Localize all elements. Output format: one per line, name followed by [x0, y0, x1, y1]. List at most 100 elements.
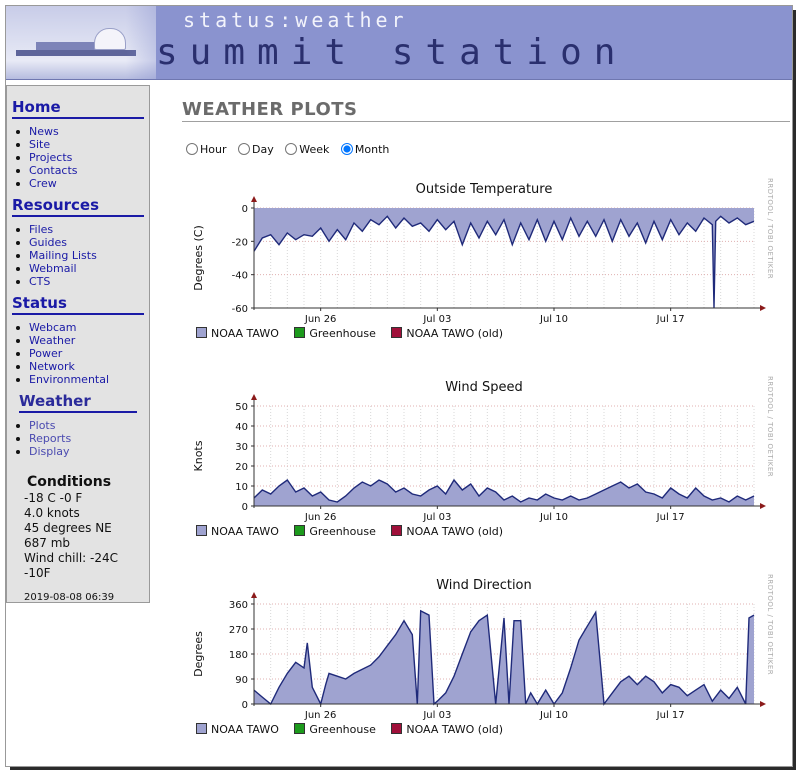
- x-tick-label: Jun 26: [304, 512, 337, 523]
- sidebar-link-contacts[interactable]: Contacts: [29, 164, 78, 177]
- list-item: Environmental: [7, 373, 109, 386]
- sidebar-link-news[interactable]: News: [29, 125, 59, 138]
- list-item: Display: [7, 445, 71, 458]
- sidebar-link-site[interactable]: Site: [29, 138, 50, 151]
- x-tick-label: Jul 03: [422, 710, 451, 721]
- x-axis-arrow: [760, 701, 766, 707]
- sidebar-status-list: Webcam Weather Power Network Environment…: [7, 321, 109, 386]
- legend-item: NOAA TAWO (old): [391, 327, 503, 340]
- sidebar-link-display[interactable]: Display: [29, 445, 70, 458]
- title-divider: [182, 121, 790, 122]
- legend-label: NOAA TAWO: [211, 525, 279, 538]
- list-item: Webmail: [7, 262, 97, 275]
- x-tick-label: Jun 26: [304, 314, 337, 325]
- range-label-week: Week: [299, 143, 330, 156]
- temperature-graph: Outside Temperature 0 -20 -40 -60 Jun 26 Jul 0…: [184, 172, 774, 362]
- list-item: Weather: [7, 334, 109, 347]
- legend-item: NOAA TAWO: [196, 723, 279, 736]
- sidebar-weather-list: Plots Reports Display: [7, 419, 71, 458]
- legend-item: Greenhouse: [294, 525, 376, 538]
- x-tick-label: Jun 26: [304, 710, 337, 721]
- y-tick-label: 0: [242, 204, 248, 215]
- legend-label: NOAA TAWO (old): [406, 327, 504, 340]
- range-radio-hour[interactable]: [186, 143, 198, 155]
- y-tick-label: 0: [242, 502, 248, 513]
- conditions-timestamp: 2019-08-08 06:39: [24, 592, 115, 603]
- legend-item: NOAA TAWO (old): [391, 525, 503, 538]
- rrdtool-credit: RRDTOOL / TOBI OETIKER: [766, 376, 774, 478]
- list-item: Site: [7, 138, 78, 151]
- y-tick-label: 180: [229, 650, 248, 661]
- legend-swatch-noaa-tawo: [196, 525, 207, 536]
- range-option-day[interactable]: Day: [236, 143, 274, 156]
- list-item: Projects: [7, 151, 78, 164]
- y-axis-arrow: [251, 394, 257, 400]
- list-item: News: [7, 125, 78, 138]
- wind-speed-chart: Wind Speed 0 10 20 30 40 50 Jun 26 Jul 03 Jul 10 J…: [192, 380, 766, 523]
- list-item: Contacts: [7, 164, 78, 177]
- sidebar-link-guides[interactable]: Guides: [29, 236, 67, 249]
- sidebar-link-crew[interactable]: Crew: [29, 177, 57, 190]
- conditions-heading: Conditions: [27, 474, 112, 490]
- sidebar-link-files[interactable]: Files: [29, 223, 53, 236]
- chart-title: Wind Direction: [436, 578, 532, 593]
- sidebar-home-list: News Site Projects Contacts Crew: [7, 125, 78, 190]
- conditions-temperature: -18 C -0 F: [24, 491, 83, 505]
- range-option-month[interactable]: Month: [339, 143, 389, 156]
- range-option-week[interactable]: Week: [283, 143, 329, 156]
- x-axis-arrow: [760, 503, 766, 509]
- range-label-month: Month: [354, 143, 390, 156]
- y-tick-label: 0: [242, 700, 248, 711]
- sidebar: Home News Site Projects Contacts Crew Re…: [6, 85, 150, 603]
- y-tick-label: 90: [235, 675, 248, 686]
- range-label-day: Day: [252, 143, 274, 156]
- y-tick-label: 40: [235, 422, 248, 433]
- x-tick-label: Jul 10: [539, 512, 568, 523]
- list-item: Files: [7, 223, 97, 236]
- y-tick-label: -20: [232, 237, 248, 248]
- y-axis-label: Knots: [192, 440, 205, 471]
- sidebar-link-environmental[interactable]: Environmental: [29, 373, 109, 386]
- y-tick-label: 360: [229, 600, 248, 611]
- y-tick-label: -60: [232, 304, 248, 315]
- radome-shape: [94, 28, 126, 50]
- x-tick-label: Jul 10: [539, 314, 568, 325]
- y-tick-label: 50: [235, 402, 248, 413]
- list-item: Network: [7, 360, 109, 373]
- list-item: Crew: [7, 177, 78, 190]
- sidebar-heading-home[interactable]: Home: [12, 98, 144, 119]
- range-option-hour[interactable]: Hour: [184, 143, 227, 156]
- x-tick-label: Jul 17: [656, 314, 685, 325]
- legend-label: NOAA TAWO: [211, 327, 279, 340]
- range-radio-month[interactable]: [340, 143, 353, 155]
- x-tick-label: Jul 17: [656, 512, 685, 523]
- wind-speed-legend: NOAA TAWO Greenhouse NOAA TAWO (old): [196, 525, 515, 538]
- x-tick-label: Jul 17: [656, 710, 685, 721]
- sidebar-link-cts[interactable]: CTS: [29, 275, 50, 288]
- sidebar-link-power[interactable]: Power: [29, 347, 62, 360]
- conditions-wind-chill: Wind chill: -24C: [24, 551, 119, 565]
- list-item: Mailing Lists: [7, 249, 97, 262]
- range-radio-day[interactable]: [238, 143, 250, 155]
- temperature-chart: Outside Temperature 0 -20 -40 -60 Jun 26 Jul 0…: [192, 182, 766, 325]
- sidebar-link-plots[interactable]: Plots: [29, 419, 55, 432]
- sidebar-link-weather[interactable]: Weather: [29, 334, 75, 347]
- sidebar-link-webmail[interactable]: Webmail: [29, 262, 77, 275]
- y-axis-label: Degrees: [192, 631, 205, 677]
- sidebar-link-webcam[interactable]: Webcam: [29, 321, 77, 334]
- x-tick-label: Jul 10: [539, 710, 568, 721]
- legend-swatch-noaa-tawo: [196, 723, 207, 734]
- sidebar-link-projects[interactable]: Projects: [29, 151, 72, 164]
- sidebar-link-mailing-lists[interactable]: Mailing Lists: [29, 249, 97, 262]
- sidebar-link-reports[interactable]: Reports: [29, 432, 71, 445]
- sidebar-heading-weather: Weather: [19, 392, 137, 413]
- legend-swatch-noaa-tawo-old: [391, 525, 403, 536]
- site-banner: status:weather summit station: [6, 6, 792, 80]
- chart-title: Wind Speed: [445, 380, 523, 395]
- list-item: Reports: [7, 432, 71, 445]
- range-radio-week[interactable]: [285, 143, 298, 155]
- wind-direction-legend: NOAA TAWO Greenhouse NOAA TAWO (old): [196, 723, 515, 736]
- legend-swatch-greenhouse: [294, 525, 306, 536]
- list-item: CTS: [7, 275, 97, 288]
- sidebar-link-network[interactable]: Network: [29, 360, 75, 373]
